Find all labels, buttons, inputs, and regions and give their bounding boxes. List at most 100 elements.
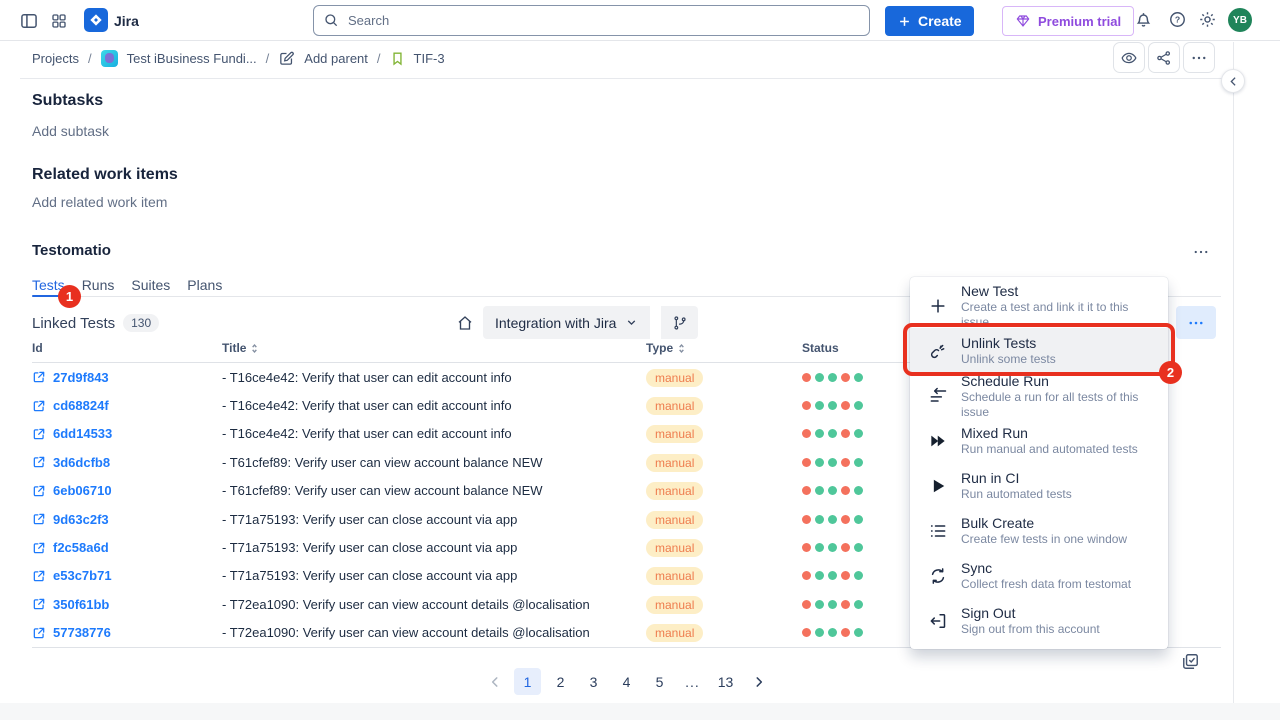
pagination-page-5[interactable]: 5 <box>646 668 673 695</box>
menu-item-unlink-tests[interactable]: Unlink TestsUnlink some tests <box>910 328 1168 373</box>
test-title: - T16ce4e42: Verify that user can edit a… <box>222 426 646 441</box>
breadcrumb-project[interactable]: Test iBusiness Fundi... <box>127 51 257 66</box>
tab-tests[interactable]: Tests <box>32 277 65 296</box>
menu-item-mixed-run[interactable]: Mixed RunRun manual and automated tests <box>910 418 1168 463</box>
test-id-link[interactable]: 6eb06710 <box>53 483 112 498</box>
menu-item-run-in-ci[interactable]: Run in CIRun automated tests <box>910 463 1168 508</box>
breadcrumb: Projects / Test iBusiness Fundi... / Add… <box>32 41 445 75</box>
menu-item-sign-out[interactable]: Sign OutSign out from this account <box>910 598 1168 643</box>
external-link-icon <box>32 427 46 441</box>
user-avatar[interactable]: YB <box>1228 8 1252 32</box>
type-badge: manual <box>646 454 703 472</box>
menu-item-sync[interactable]: SyncCollect fresh data from testomat <box>910 553 1168 598</box>
test-id-link[interactable]: 3d6dcfb8 <box>53 455 110 470</box>
help-icon[interactable]: ? <box>1168 10 1188 30</box>
tests-actions-menu: New TestCreate a test and link it it to … <box>910 277 1168 649</box>
test-id-link[interactable]: 27d9f843 <box>53 370 109 385</box>
menu-item-title: New Test <box>961 282 1151 300</box>
linked-tests-title: Linked Tests <box>32 315 115 332</box>
test-id-link[interactable]: f2c58a6d <box>53 540 109 555</box>
test-title: - T71a75193: Verify user can close accou… <box>222 540 646 555</box>
test-id-link[interactable]: e53c7b71 <box>53 568 112 583</box>
status-dot <box>828 515 837 524</box>
external-link-icon <box>32 541 46 555</box>
col-header-title[interactable]: Title <box>222 341 646 355</box>
menu-item-subtitle: Run manual and automated tests <box>961 442 1138 457</box>
col-header-type[interactable]: Type <box>646 341 802 355</box>
sort-icon[interactable] <box>676 343 687 354</box>
test-id-link[interactable]: 9d63c2f3 <box>53 512 109 527</box>
pagination-next[interactable] <box>745 668 772 695</box>
share-icon[interactable] <box>1148 42 1180 73</box>
status-dot <box>828 429 837 438</box>
status-dot <box>815 600 824 609</box>
jira-issue-page: Jira Create Premium trial ? YB Projects … <box>0 0 1280 720</box>
chevron-down-icon <box>625 316 638 329</box>
add-related-item-button[interactable]: Add related work item <box>32 194 167 210</box>
sidebar-toggle-icon[interactable] <box>18 10 40 32</box>
plus-icon <box>927 296 948 316</box>
status-dot <box>802 373 811 382</box>
test-title: - T72ea1090: Verify user can view accoun… <box>222 597 646 612</box>
branch-icon[interactable] <box>661 306 698 339</box>
notifications-bell-icon[interactable] <box>1134 10 1154 30</box>
create-button[interactable]: Create <box>885 6 974 36</box>
more-actions-icon[interactable] <box>1183 42 1215 73</box>
type-badge: manual <box>646 596 703 614</box>
pagination-page-2[interactable]: 2 <box>547 668 574 695</box>
menu-item-title: Sync <box>961 559 1131 577</box>
subtasks-heading: Subtasks <box>32 92 103 110</box>
menu-item-subtitle: Run automated tests <box>961 487 1072 502</box>
settings-gear-icon[interactable] <box>1198 10 1218 30</box>
test-id-link[interactable]: 57738776 <box>53 625 111 640</box>
sort-icon[interactable] <box>249 343 260 354</box>
collapse-panel-button[interactable] <box>1221 69 1245 93</box>
menu-item-schedule-run[interactable]: Schedule RunSchedule a run for all tests… <box>910 373 1168 418</box>
status-dot <box>854 571 863 580</box>
premium-trial-button[interactable]: Premium trial <box>1002 6 1134 36</box>
play-icon <box>927 476 948 496</box>
status-dot <box>815 628 824 637</box>
menu-item-bulk-create[interactable]: Bulk CreateCreate few tests in one windo… <box>910 508 1168 553</box>
type-badge: manual <box>646 425 703 443</box>
edit-pencil-icon <box>278 50 295 67</box>
add-subtask-button[interactable]: Add subtask <box>32 123 109 139</box>
menu-item-new-test[interactable]: New TestCreate a test and link it it to … <box>910 283 1168 328</box>
pagination-page-1[interactable]: 1 <box>514 668 541 695</box>
status-dot <box>815 401 824 410</box>
type-badge: manual <box>646 539 703 557</box>
status-dot <box>815 373 824 382</box>
breadcrumb-issue-key[interactable]: TIF-3 <box>414 51 445 66</box>
test-id-link[interactable]: 350f61bb <box>53 597 109 612</box>
status-dot <box>854 373 863 382</box>
pagination-page-4[interactable]: 4 <box>613 668 640 695</box>
pagination-page-3[interactable]: 3 <box>580 668 607 695</box>
status-dot <box>854 628 863 637</box>
pagination-prev[interactable] <box>481 668 508 695</box>
tab-runs[interactable]: Runs <box>82 277 115 296</box>
tab-plans[interactable]: Plans <box>187 277 222 296</box>
watch-eye-icon[interactable] <box>1113 42 1145 73</box>
search-icon <box>323 12 339 28</box>
testomatio-more-icon[interactable] <box>1192 243 1210 261</box>
menu-item-subtitle: Create few tests in one window <box>961 532 1127 547</box>
test-id-link[interactable]: cd68824f <box>53 398 109 413</box>
project-select[interactable]: Integration with Jira <box>483 306 650 339</box>
test-title: - T61cfef89: Verify user can view accoun… <box>222 483 646 498</box>
pagination-page-13[interactable]: 13 <box>712 668 739 695</box>
home-icon[interactable] <box>456 314 474 332</box>
schedule-icon <box>927 386 948 406</box>
search-input[interactable] <box>313 5 870 36</box>
status-dot <box>841 571 850 580</box>
status-dot <box>841 515 850 524</box>
test-id-link[interactable]: 6dd14533 <box>53 426 112 441</box>
status-dot <box>802 486 811 495</box>
breadcrumb-projects[interactable]: Projects <box>32 51 79 66</box>
breadcrumb-add-parent[interactable]: Add parent <box>304 51 368 66</box>
tab-suites[interactable]: Suites <box>131 277 170 296</box>
jira-logo-icon[interactable] <box>84 8 108 32</box>
status-dot <box>828 628 837 637</box>
tests-actions-button[interactable] <box>1176 306 1216 339</box>
menu-item-subtitle: Unlink some tests <box>961 352 1056 367</box>
app-switcher-icon[interactable] <box>48 10 70 32</box>
